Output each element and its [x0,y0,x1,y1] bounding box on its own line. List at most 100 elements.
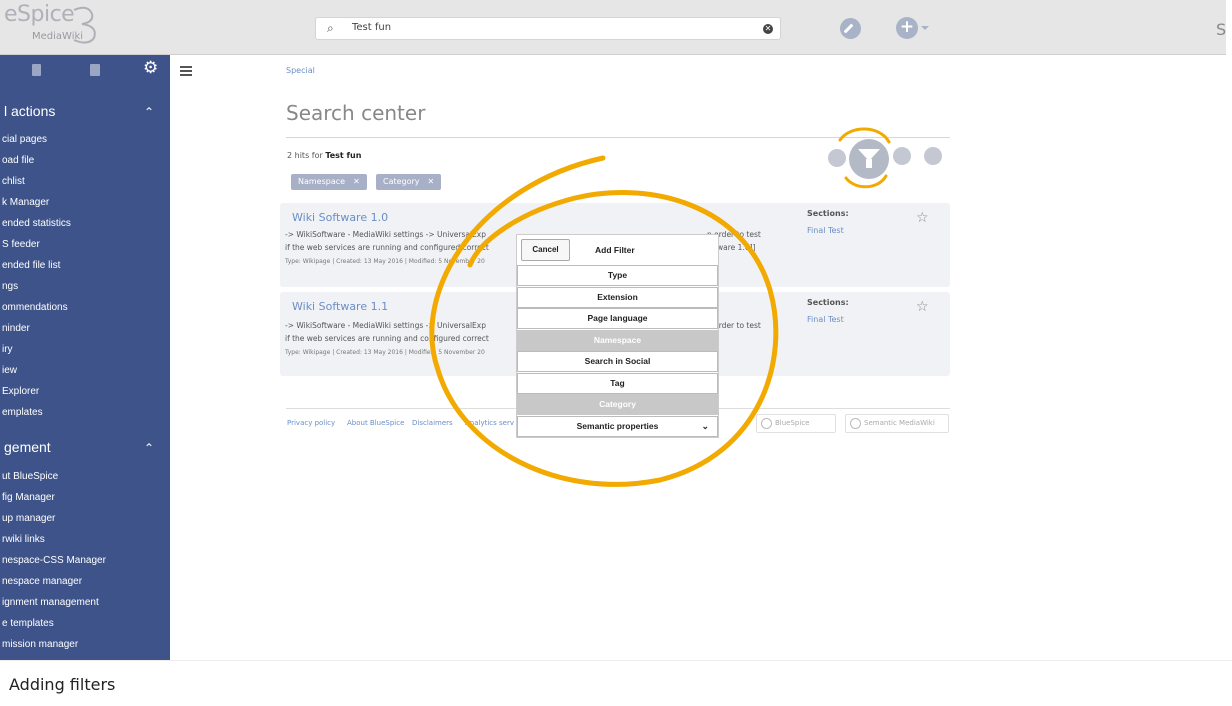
top-right-letter: S [1216,20,1226,39]
sidebar-item[interactable]: ngs [2,281,18,292]
star-icon[interactable]: ☆ [916,299,929,315]
sidebar-item[interactable]: cial pages [2,134,47,145]
image-caption: Adding filters [9,675,116,694]
chevron-up-icon[interactable]: ⌃ [144,441,154,455]
add-button[interactable]: + [896,17,918,39]
chevron-down-icon[interactable] [921,26,929,30]
divider [286,137,950,138]
badge-label: BlueSpice [775,419,810,427]
result-snippet: if the web services are running and conf… [285,243,489,252]
hits-count: 2 hits for Test fun [287,151,361,160]
logo-text: eSpice [4,2,75,27]
filter-option-namespace: Namespace [517,330,718,351]
filter-option-search-in-social[interactable]: Search in Social [517,351,718,372]
result-snippet: -> WikiSoftware - MediaWiki settings -> … [285,230,486,239]
sidebar-item[interactable]: ommendations [2,302,68,313]
remove-chip-icon[interactable]: ✕ [428,177,435,186]
hits-prefix: 2 hits for [287,151,323,160]
logo[interactable]: eSpice MediaWiki [0,2,112,52]
chip-label: Category [383,177,420,186]
filter-option-tag[interactable]: Tag [517,373,718,394]
bluespice-badge[interactable]: BlueSpice [756,414,836,433]
page-title: Search center [286,101,426,125]
sidebar-item[interactable]: up manager [2,513,55,524]
filter-option-extension[interactable]: Extension [517,287,718,308]
sidebar-item[interactable]: ended statistics [2,218,71,229]
breadcrumb[interactable]: Special [286,66,315,75]
sidebar-item[interactable]: nespace manager [2,576,82,587]
sidebar-item[interactable]: emplates [2,407,43,418]
sidebar-tabs: ⚙ [0,55,170,89]
clipboard-tab-icon[interactable] [90,64,100,76]
badge-label: Semantic MediaWiki [864,419,935,427]
result-snippet: if the web services are running and conf… [285,334,489,343]
filter-chip[interactable]: Namespace ✕ [291,174,367,190]
plus-icon[interactable] [828,149,846,167]
footer-link-disclaimers[interactable]: Disclaimers [412,419,453,427]
cancel-button[interactable]: Cancel [521,239,570,261]
check-icon [761,418,772,429]
sidebar-item[interactable]: chlist [2,176,25,187]
sidebar-item[interactable]: mission manager [2,639,78,650]
pages-tab-icon[interactable] [32,64,41,76]
sidebar-item[interactable]: ended file list [2,260,60,271]
sidebar-item[interactable]: Explorer [2,386,39,397]
search-input[interactable]: ⌕ Test fun ✕ [315,17,781,40]
sections-label: Sections: [807,298,849,307]
sidebar-item[interactable]: ut BlueSpice [2,471,58,482]
sidebar-item[interactable]: k Manager [2,197,49,208]
sections-label: Sections: [807,209,849,218]
sidebar-item[interactable]: iew [2,365,17,376]
plus-icon: + [899,17,915,37]
gear-icon[interactable] [893,147,911,165]
result-meta: Type: Wikipage | Created: 13 May 2016 | … [285,258,485,265]
star-icon[interactable]: ☆ [916,210,929,226]
sidebar-item[interactable]: ninder [2,323,30,334]
puzzle-icon [850,418,861,429]
search-icon: ⌕ [327,21,334,35]
chevron-up-icon[interactable]: ⌃ [144,105,154,119]
section-link[interactable]: Final Test [807,226,844,235]
chevron-down-icon: ⌄ [701,421,709,431]
frame-edge [1226,0,1232,660]
funnel-icon-stem [866,159,872,168]
top-bar: eSpice MediaWiki ⌕ Test fun ✕ + S [0,0,1226,55]
sidebar-item[interactable]: S feeder [2,239,40,250]
footer-link-about[interactable]: About BlueSpice [347,419,404,427]
add-filter-title: Add Filter [595,245,635,255]
filter-option-semantic-properties[interactable]: Semantic properties ⌄ [517,416,718,437]
filter-option-type[interactable]: Type [517,265,718,286]
footer-link-analytics[interactable]: Analytics serv [465,419,514,427]
filter-chip[interactable]: Category ✕ [376,174,442,190]
sidebar-section-title[interactable]: gement [4,439,51,455]
caption-bar: Adding filters [0,660,1232,706]
hits-term: Test fun [325,151,362,160]
sidebar-section-title[interactable]: l actions [4,103,55,119]
gear-icon[interactable]: ⚙ [143,58,158,78]
footer-link-privacy[interactable]: Privacy policy [287,419,335,427]
result-meta: Type: Wikipage | Created: 13 May 2016 | … [285,349,485,356]
filter-button[interactable] [849,139,889,179]
filter-option-page-language[interactable]: Page language [517,308,718,329]
search-query: Test fun [352,22,392,33]
sidebar-item[interactable]: e templates [2,618,54,629]
save-icon[interactable] [924,147,942,165]
option-label: Semantic properties [576,421,659,431]
remove-chip-icon[interactable]: ✕ [353,177,360,186]
result-title[interactable]: Wiki Software 1.0 [292,211,388,224]
menu-toggle-icon[interactable] [180,66,192,76]
sidebar-item[interactable]: iry [2,344,13,355]
sidebar-item[interactable]: rwiki links [2,534,45,545]
sidebar-item[interactable]: fig Manager [2,492,55,503]
chip-label: Namespace [298,177,346,186]
clear-search-icon[interactable]: ✕ [763,24,773,34]
logo-subtext: MediaWiki [32,31,84,42]
result-title[interactable]: Wiki Software 1.1 [292,300,388,313]
section-link[interactable]: Final Test [807,315,844,324]
sidebar-item[interactable]: nespace-CSS Manager [2,555,106,566]
edit-button[interactable] [840,18,861,39]
sidebar-item[interactable]: oad file [2,155,34,166]
smw-badge[interactable]: Semantic MediaWiki [845,414,949,433]
sidebar-item[interactable]: ignment management [2,597,99,608]
add-filter-menu: Cancel Add Filter Type Extension Page la… [516,234,719,438]
